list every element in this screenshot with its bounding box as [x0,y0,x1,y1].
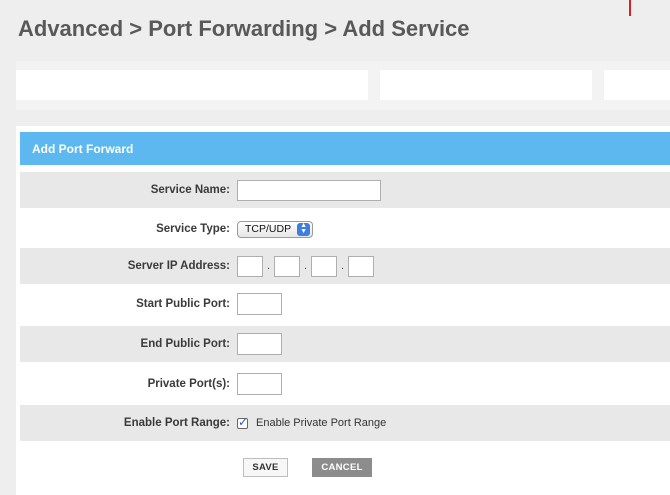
form-buttons: SAVE CANCEL [243,458,372,477]
end-public-port-row: End Public Port: [20,326,670,362]
end-public-port-label: End Public Port: [140,338,230,350]
panel-header: Add Port Forward [20,132,670,165]
end-public-port-input[interactable] [237,333,282,355]
server-ip-row: Server IP Address: . . . [20,248,670,284]
service-type-row: Service Type: TCP/UDP ▲ ▼ [20,211,670,247]
start-public-port-label: Start Public Port: [136,298,230,310]
enable-port-range-row: Enable Port Range: ✓ Enable Private Port… [20,405,670,441]
ip-separator: . [340,260,345,272]
server-ip-octet-1[interactable] [237,255,263,277]
private-ports-label: Private Port(s): [147,378,230,390]
enable-port-range-label: Enable Port Range: [123,417,230,429]
service-type-select[interactable]: TCP/UDP ▲ ▼ [237,220,314,238]
cancel-button[interactable]: CANCEL [312,458,372,477]
server-ip-octet-4[interactable] [348,255,374,277]
up-down-arrows-icon: ▲ ▼ [297,222,311,236]
server-ip-label: Server IP Address: [127,260,230,272]
enable-private-port-range-label[interactable]: Enable Private Port Range [256,417,386,429]
top-info-strip [16,61,670,110]
service-name-row: Service Name: [20,172,670,208]
ip-separator: . [266,260,271,272]
add-port-forward-panel: Add Port Forward Service Name: Service T… [16,126,670,495]
start-public-port-input[interactable] [237,293,282,315]
page-title: Advanced > Port Forwarding > Add Service [18,16,470,41]
start-public-port-row: Start Public Port: [20,286,670,322]
accent-bar [629,0,631,16]
enable-private-port-range-checkbox[interactable]: ✓ [237,414,249,429]
info-cell [604,70,670,100]
private-ports-input[interactable] [237,373,282,395]
checkmark-icon: ✓ [238,414,249,429]
info-cell [16,70,368,100]
server-ip-octet-2[interactable] [274,255,300,277]
save-button[interactable]: SAVE [243,458,288,477]
server-ip-octet-3[interactable] [311,255,337,277]
service-name-label: Service Name: [150,184,230,196]
service-type-label: Service Type: [156,223,230,235]
service-name-input[interactable] [237,179,381,201]
info-cell [380,70,592,100]
private-ports-row: Private Port(s): [20,366,670,402]
ip-separator: . [303,260,308,272]
service-type-value: TCP/UDP [245,223,292,235]
